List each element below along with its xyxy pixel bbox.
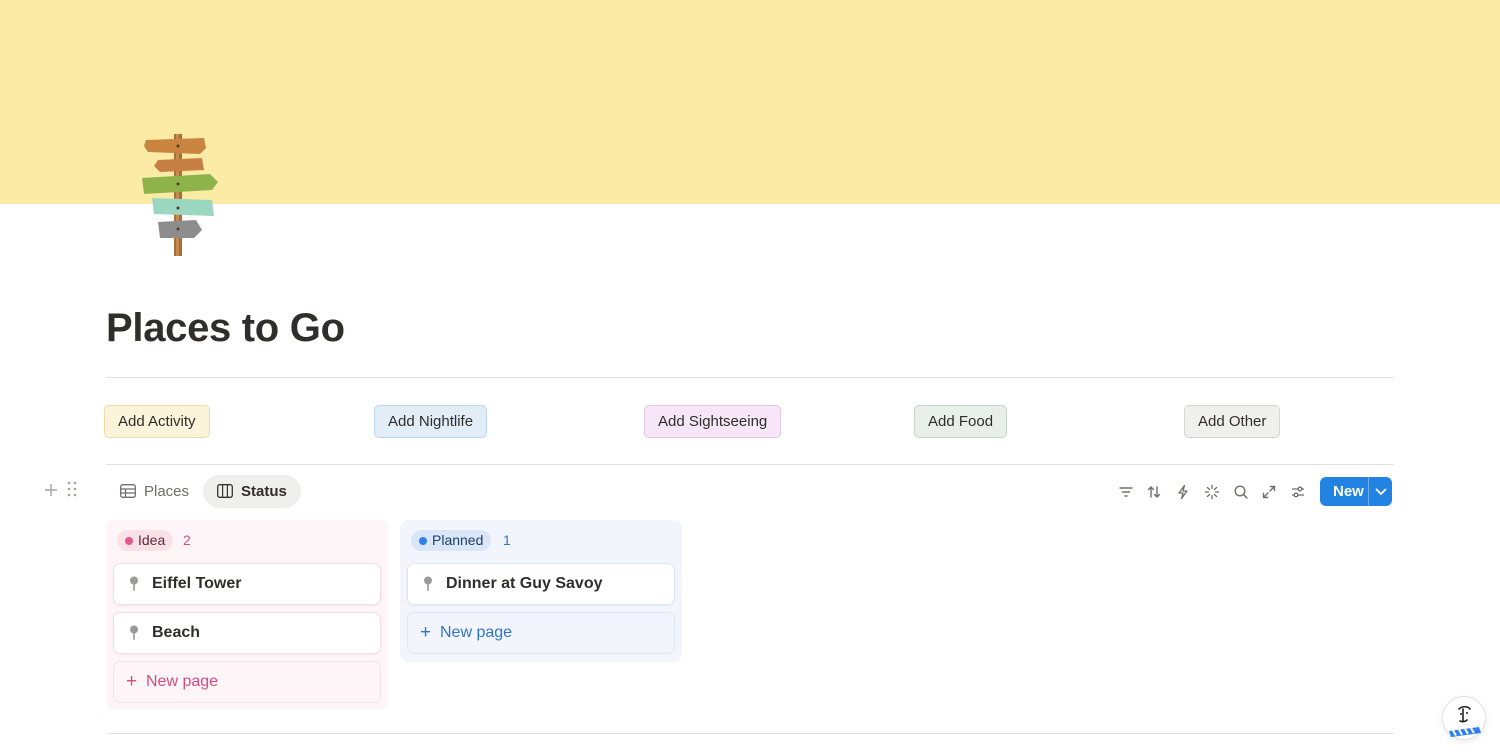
add-other-button[interactable]: Add Other	[1184, 405, 1281, 438]
chevron-down-icon[interactable]	[1369, 477, 1392, 506]
title-divider	[106, 377, 1394, 378]
status-label: Idea	[138, 532, 166, 548]
notion-ai-face-icon[interactable]	[1442, 696, 1486, 740]
add-nightlife-button[interactable]: Add Nightlife	[374, 405, 488, 438]
add-activity-button[interactable]: Add Activity	[104, 405, 210, 438]
quick-add-buttons: Add Activity Add Nightlife Add Sightseei…	[104, 405, 1394, 438]
board-card[interactable]: Eiffel Tower	[113, 563, 381, 605]
automation-icon[interactable]	[1171, 480, 1195, 504]
status-dot	[125, 537, 133, 545]
status-badge[interactable]: Planned	[411, 530, 492, 551]
settings-icon[interactable]	[1286, 480, 1310, 504]
board-column-planned: Planned 1 Dinner at Guy Savoy + New page	[400, 520, 682, 662]
column-count: 2	[183, 532, 191, 548]
page-title[interactable]: Places to Go	[106, 306, 345, 351]
new-page-button[interactable]: + New page	[113, 661, 381, 703]
plus-icon: +	[126, 671, 138, 692]
signpost-icon[interactable]	[138, 130, 222, 260]
new-page-label: New page	[440, 624, 513, 641]
new-page-button[interactable]: + New page	[407, 612, 675, 654]
add-block-icon[interactable]	[44, 481, 58, 502]
tab-status-label: Status	[241, 483, 287, 500]
tab-status[interactable]: Status	[203, 475, 301, 508]
filter-icon[interactable]	[1114, 480, 1138, 504]
status-dot	[419, 537, 427, 545]
search-icon[interactable]	[1229, 480, 1253, 504]
status-badge[interactable]: Idea	[117, 530, 174, 551]
column-count: 1	[503, 532, 511, 548]
board-card[interactable]: Dinner at Guy Savoy	[407, 563, 675, 605]
table-icon	[120, 484, 136, 498]
page-cover[interactable]	[0, 0, 1500, 204]
board-column-idea: Idea 2 Eiffel Tower Beach + New page	[106, 520, 388, 710]
add-sightseeing-button[interactable]: Add Sightseeing	[644, 405, 782, 438]
ai-sparkle-icon[interactable]	[1200, 480, 1224, 504]
pin-icon	[130, 576, 138, 591]
buttons-divider	[106, 464, 1394, 465]
status-label: Planned	[432, 532, 484, 548]
pin-icon	[424, 576, 432, 591]
board-icon	[217, 484, 233, 498]
drag-handle-icon[interactable]	[67, 481, 77, 502]
card-title: Beach	[152, 624, 201, 641]
column-header[interactable]: Idea 2	[113, 528, 381, 552]
new-record-button[interactable]: New	[1320, 477, 1392, 506]
tab-places-label: Places	[144, 483, 190, 500]
sort-icon[interactable]	[1142, 480, 1166, 504]
database-views-bar: Places Status New	[40, 475, 1400, 508]
expand-icon[interactable]	[1257, 480, 1281, 504]
new-page-label: New page	[146, 673, 219, 690]
pin-icon	[130, 625, 138, 640]
plus-icon: +	[420, 622, 432, 643]
board-card[interactable]: Beach	[113, 612, 381, 654]
column-header[interactable]: Planned 1	[407, 528, 675, 552]
add-food-button[interactable]: Add Food	[914, 405, 1008, 438]
database-toolbar: New	[1114, 475, 1394, 508]
card-title: Eiffel Tower	[152, 575, 242, 592]
card-title: Dinner at Guy Savoy	[446, 575, 603, 592]
board-bottom-divider	[106, 733, 1394, 734]
new-button-label: New	[1333, 483, 1364, 500]
tab-places[interactable]: Places	[106, 475, 203, 508]
